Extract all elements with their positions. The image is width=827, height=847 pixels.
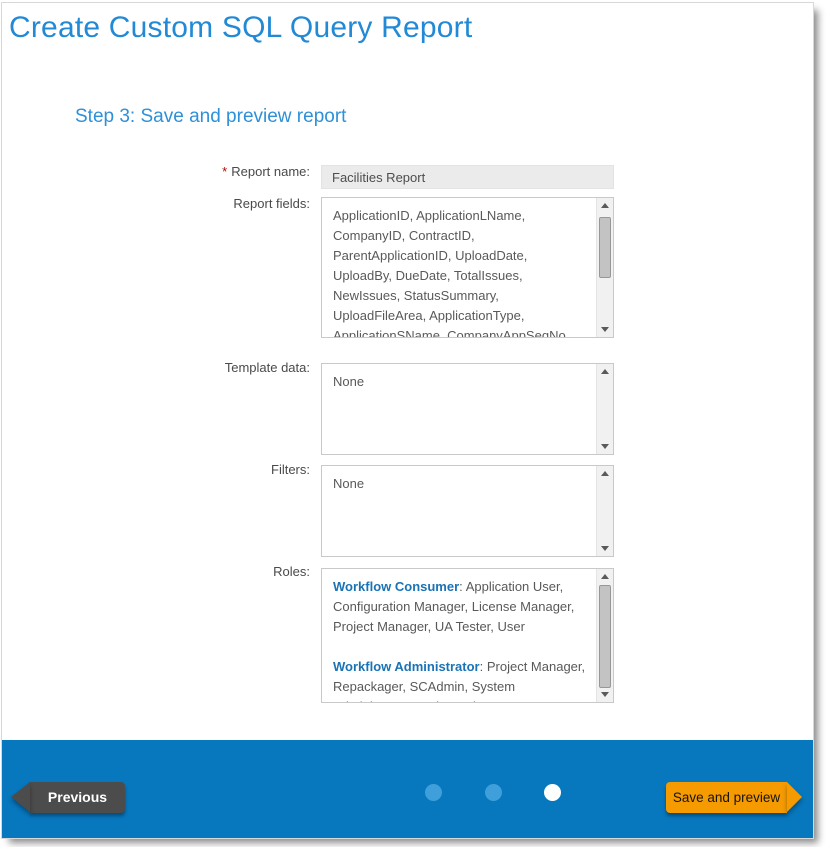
scroll-up-button[interactable] [597, 198, 613, 213]
template-data-scrollbar[interactable] [596, 364, 613, 454]
role-group-name: Workflow Administrator [333, 659, 480, 674]
filters-value: None [322, 466, 596, 556]
report-name-input[interactable] [321, 165, 614, 189]
roles-scrollbar[interactable] [596, 569, 613, 702]
triangle-up-icon [601, 369, 609, 374]
scroll-down-button[interactable] [597, 322, 613, 337]
step-indicator-dot-2 [485, 784, 502, 801]
triangle-up-icon [601, 574, 609, 579]
template-data-label: Template data: [2, 360, 310, 375]
scroll-up-button[interactable] [597, 466, 613, 481]
report-name-label: * Report name: [2, 164, 310, 179]
role-group: Workflow Consumer: Application User, Con… [333, 577, 590, 637]
triangle-up-icon [601, 203, 609, 208]
template-data-value: None [322, 364, 596, 454]
report-fields-label: Report fields: [2, 196, 310, 211]
scroll-thumb[interactable] [599, 217, 611, 278]
scroll-thumb[interactable] [599, 585, 611, 688]
scroll-down-button[interactable] [597, 687, 613, 702]
page-title: Create Custom SQL Query Report [9, 11, 472, 45]
roles-box[interactable]: Workflow Consumer: Application User, Con… [321, 568, 614, 703]
triangle-down-icon [601, 692, 609, 697]
template-data-box[interactable]: None [321, 363, 614, 455]
triangle-down-icon [601, 444, 609, 449]
step-indicator-dot-3-active [544, 784, 561, 801]
required-asterisk: * [222, 164, 227, 179]
report-fields-scrollbar[interactable] [596, 198, 613, 337]
save-and-preview-button-label: Save and preview [673, 790, 780, 805]
report-fields-value: ApplicationID, ApplicationLName, Company… [322, 198, 596, 337]
report-name-label-text: Report name: [231, 164, 310, 179]
role-group: Workflow Administrator: Project Manager,… [333, 657, 590, 702]
save-and-preview-button[interactable]: Save and preview [666, 782, 787, 813]
previous-button[interactable]: Previous [30, 782, 125, 813]
triangle-up-icon [601, 471, 609, 476]
scroll-up-button[interactable] [597, 569, 613, 584]
filters-label: Filters: [2, 462, 310, 477]
role-group-name: Workflow Consumer [333, 579, 459, 594]
scroll-up-button[interactable] [597, 364, 613, 379]
wizard-window: Create Custom SQL Query Report Step 3: S… [1, 2, 814, 839]
previous-button-label: Previous [48, 789, 107, 805]
roles-value: Workflow Consumer: Application User, Con… [322, 569, 596, 702]
report-fields-box[interactable]: ApplicationID, ApplicationLName, Company… [321, 197, 614, 338]
scroll-down-button[interactable] [597, 439, 613, 454]
role-group-separator: : [480, 659, 487, 674]
filters-box[interactable]: None [321, 465, 614, 557]
footer-bar: Previous Save and preview [2, 740, 813, 838]
triangle-down-icon [601, 546, 609, 551]
filters-scrollbar[interactable] [596, 466, 613, 556]
step-indicator-dot-1 [425, 784, 442, 801]
scroll-down-button[interactable] [597, 541, 613, 556]
roles-label: Roles: [2, 564, 310, 579]
step-heading: Step 3: Save and preview report [75, 106, 346, 128]
triangle-down-icon [601, 327, 609, 332]
